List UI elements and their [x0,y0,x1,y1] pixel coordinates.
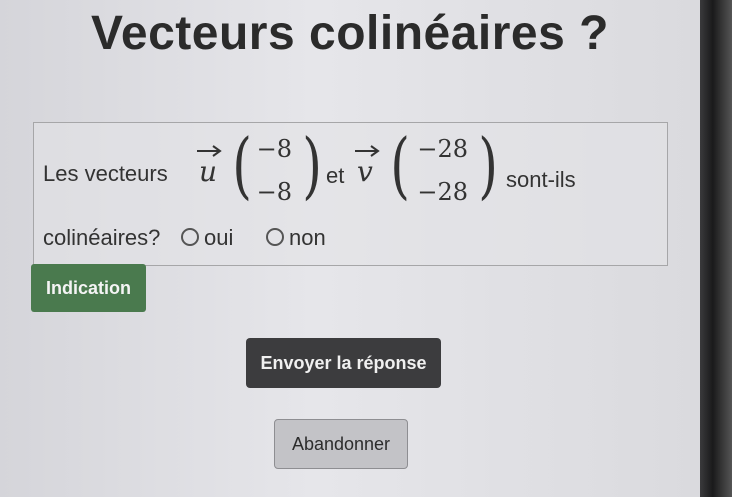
right-paren-v: ) [478,123,498,207]
option-non-label[interactable]: non [289,225,326,251]
vector-v-name: v [357,155,373,188]
vector-u: u [194,141,224,201]
vector-u-x: −8 [256,135,292,163]
question-box: Les vecteurs u ( −8 −8 ) et v ( −28 −28 … [33,122,668,266]
submit-button[interactable]: Envoyer la réponse [246,338,441,388]
vector-v-y: −28 [417,178,468,206]
vector-v: v [352,141,382,201]
right-paren-u: ) [302,123,322,207]
device-bezel [700,0,732,497]
radio-oui[interactable] [181,228,199,246]
vector-v-x: −28 [417,135,468,163]
question-prefix: Les vecteurs [43,161,168,186]
page-title: Vecteurs colinéaires ? [91,7,609,60]
vector-u-name: u [199,155,218,188]
hint-button[interactable]: Indication [31,264,146,312]
radio-non[interactable] [266,228,284,246]
question-suffix: sont-ils [506,167,576,192]
vector-u-y: −8 [256,178,292,206]
abandon-button[interactable]: Abandonner [274,419,408,469]
option-oui-label[interactable]: oui [204,225,233,251]
screen: Vecteurs colinéaires ? Les vecteurs u ( … [0,0,700,497]
question-connector: et [326,163,345,188]
question-line2: colinéaires? [43,225,161,250]
